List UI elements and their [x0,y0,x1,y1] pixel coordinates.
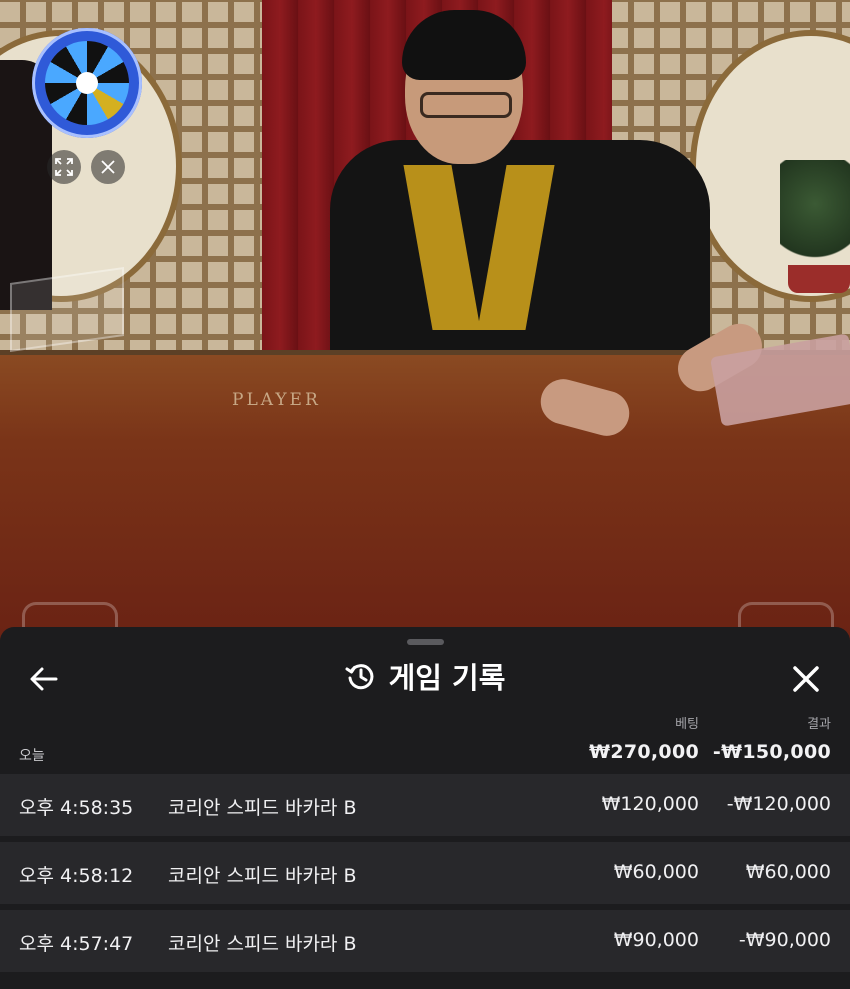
table-player-label: PLAYER [232,390,321,410]
row-bet: ₩60,000 [613,861,699,883]
live-video-stream: PLAYER [0,0,850,640]
history-row[interactable]: 오후 4:58:35 코리안 스피드 바카라 B ₩120,000 -₩120,… [0,774,850,836]
row-game: 코리안 스피드 바카라 B [168,933,357,955]
row-result: -₩120,000 [726,793,831,815]
plant-pot [788,265,850,293]
bonsai-plant [780,160,850,270]
close-small-icon [101,160,115,174]
column-header-bet: 베팅 [675,717,699,732]
date-group-label: 오늘 [19,748,45,764]
close-icon [793,666,819,692]
history-row[interactable]: 오후 4:57:47 코리안 스피드 바카라 B ₩90,000 -₩90,00… [0,910,850,972]
history-icon [345,664,373,690]
sheet-grabber[interactable] [407,639,444,645]
row-result: -₩90,000 [738,929,831,951]
expand-icon [55,158,73,176]
header-title-group: 게임 기록 [0,655,850,697]
total-bet: ₩270,000 [589,741,699,763]
dealer-glasses [420,92,512,118]
row-bet: ₩120,000 [601,793,699,815]
row-bet: ₩90,000 [613,929,699,951]
row-time: 오후 4:57:47 [19,933,134,955]
row-time: 오후 4:58:35 [19,797,134,819]
column-header-result: 결과 [807,717,831,732]
row-game: 코리안 스피드 바카라 B [168,797,357,819]
minimize-close-button[interactable] [91,150,125,184]
fullscreen-button[interactable] [47,150,81,184]
row-result: ₩60,000 [745,861,831,883]
game-history-sheet: 게임 기록 베팅 결과 오늘 ₩270,000 -₩150,000 오후 4:5… [0,627,850,989]
history-row[interactable]: 오후 4:58:12 코리안 스피드 바카라 B ₩60,000 ₩60,000 [0,842,850,904]
page-title: 게임 기록 [388,661,506,695]
row-time: 오후 4:58:12 [19,865,134,887]
close-button[interactable] [788,661,824,697]
total-result: -₩150,000 [712,741,831,763]
wheel-icon[interactable] [32,28,142,138]
row-game: 코리안 스피드 바카라 B [168,865,357,887]
